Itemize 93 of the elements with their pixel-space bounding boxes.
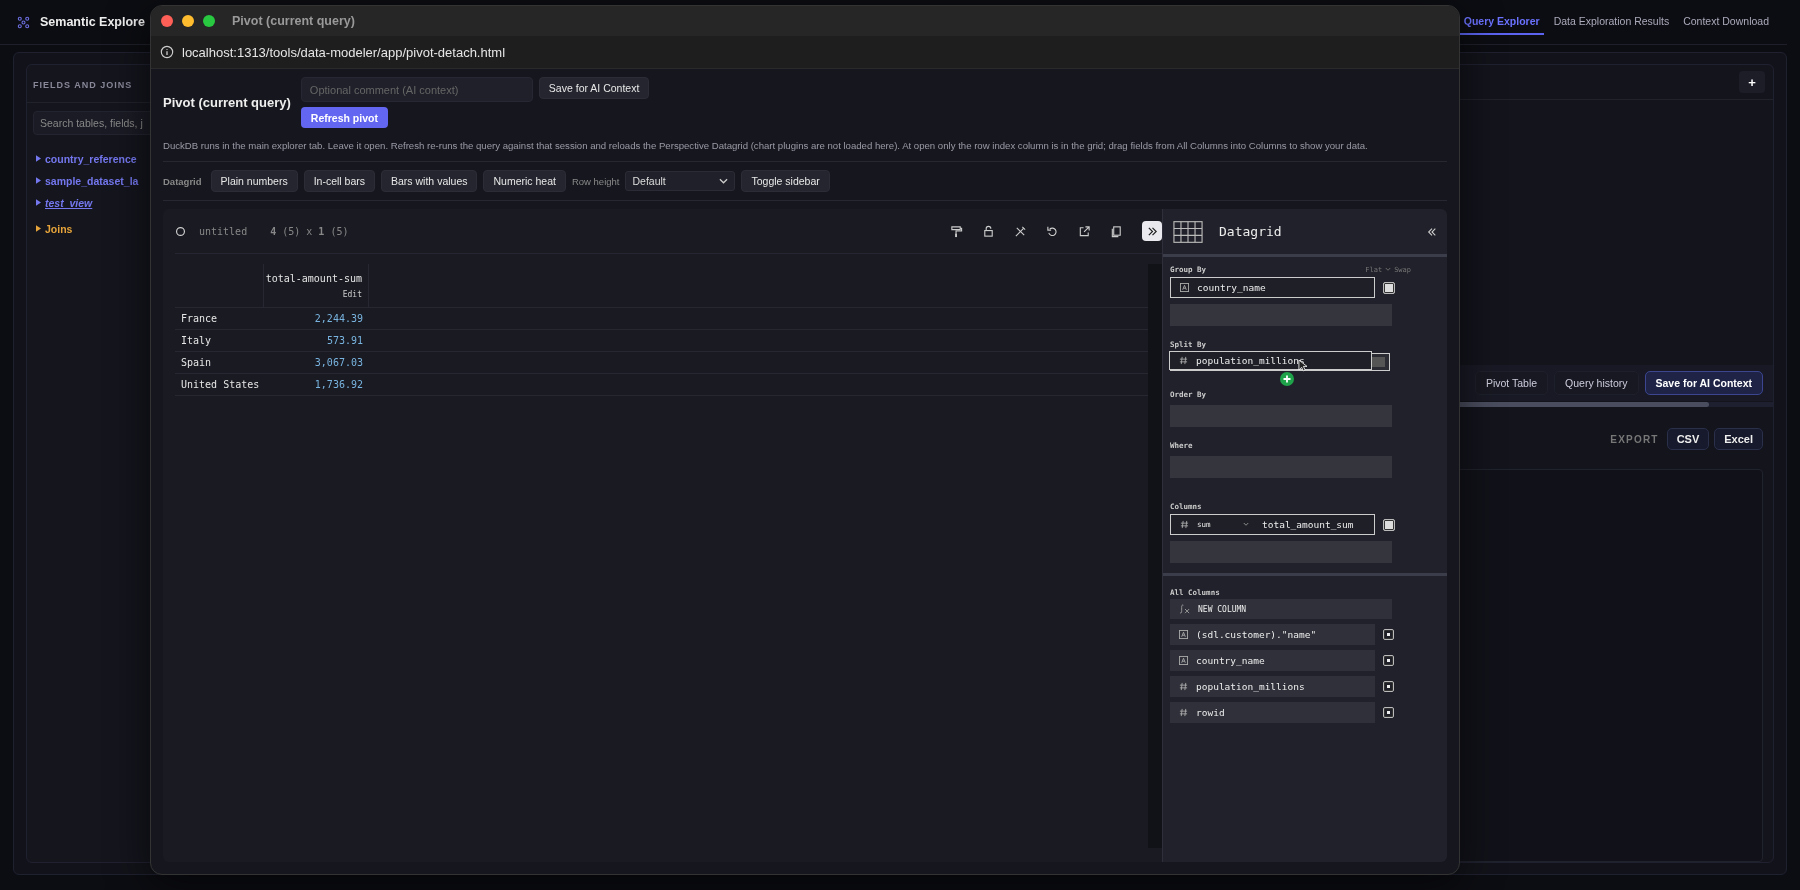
- column-item[interactable]: (sdl.customer)."name": [1170, 624, 1375, 645]
- nav-tab[interactable]: Context Download: [1679, 9, 1773, 35]
- save-button[interactable]: Save for AI Context: [538, 77, 650, 99]
- column-item[interactable]: population_millions: [1170, 676, 1375, 697]
- toolbar-label: Datagrid: [163, 175, 202, 187]
- mode-button[interactable]: Plain numbers: [210, 170, 298, 192]
- text-type-icon: [1179, 656, 1188, 665]
- status-icon: [175, 225, 186, 237]
- text-type-icon: [1179, 630, 1188, 639]
- lock-icon[interactable]: [982, 224, 995, 238]
- minimize-button[interactable]: [182, 15, 194, 27]
- table-cell-text: 3,067.03: [313, 357, 364, 368]
- info-icon[interactable]: [160, 45, 174, 59]
- toggle-sidebar-button[interactable]: Toggle sidebar: [741, 170, 830, 192]
- triangle-icon: [36, 225, 41, 232]
- field-name: (sdl.customer)."name": [1196, 629, 1317, 640]
- add-column-button[interactable]: [1383, 707, 1394, 718]
- edit-link[interactable]: Edit: [342, 289, 362, 299]
- hash-icon: [1180, 520, 1189, 529]
- hash-icon: [1179, 682, 1188, 691]
- row-header: Spain: [180, 357, 213, 368]
- nav-tab[interactable]: Data Exploration Results: [1549, 9, 1674, 35]
- add-icon: [1280, 372, 1294, 386]
- dragged-field[interactable]: population_millions: [1169, 351, 1372, 370]
- add-column-button[interactable]: [1383, 655, 1394, 666]
- row-height-label: Row height: [571, 175, 620, 187]
- field-name: country_name: [1197, 282, 1266, 293]
- field-name: country_name: [1196, 655, 1265, 666]
- row-count: 4 (5) x 1 (5): [270, 225, 349, 237]
- toolbar-button[interactable]: Save for AI Context: [1644, 371, 1763, 395]
- logo-icon: [17, 15, 30, 29]
- column-item[interactable]: country_name: [1170, 650, 1375, 671]
- viewer-name: untitled: [199, 225, 248, 237]
- hash-icon: [1179, 708, 1188, 717]
- add-column-button[interactable]: [1383, 629, 1394, 640]
- refresh-button[interactable]: Refresh pivot: [300, 107, 388, 128]
- export-button[interactable]: Excel: [1714, 428, 1763, 450]
- field-toggle[interactable]: [1383, 281, 1395, 294]
- hash-icon: [1179, 356, 1188, 365]
- field-name: population_millions: [1196, 355, 1305, 366]
- table-cell-text: 573.91: [325, 335, 364, 346]
- triangle-icon: [36, 155, 41, 162]
- toolbar-button[interactable]: Pivot Table: [1474, 371, 1549, 395]
- row-header: United States: [180, 379, 261, 390]
- app-title: Semantic Explore: [40, 15, 145, 29]
- field-name: rowid: [1196, 707, 1225, 718]
- field-pill[interactable]: country_name: [1170, 277, 1375, 298]
- mode-button[interactable]: In-cell bars: [303, 170, 376, 192]
- collapse-icon[interactable]: [1427, 226, 1437, 237]
- column-item[interactable]: rowid: [1170, 702, 1375, 723]
- wand-icon[interactable]: [1014, 224, 1027, 238]
- caret-icon: [719, 178, 729, 184]
- expand-button[interactable]: [1142, 221, 1162, 241]
- close-button[interactable]: [161, 15, 173, 27]
- export-button[interactable]: CSV: [1666, 428, 1710, 450]
- undo-icon[interactable]: [1046, 224, 1059, 238]
- maximize-button[interactable]: [203, 15, 215, 27]
- mode-button[interactable]: Bars with values: [381, 170, 478, 192]
- table-cell-text: 1,736.92: [313, 379, 364, 390]
- panel-title: Datagrid: [1219, 224, 1282, 239]
- function-icon: [1179, 604, 1191, 614]
- description-text: DuckDB runs in the main explorer tab. Leave it open. Refresh re-runs the query against that session and reloads the Perspective Datagrid (chart plugins are not loaded here). At open only the row index column is in the grid; drag fields from All Columns into Columns to show your data.: [163, 140, 1447, 162]
- mode-button[interactable]: Numeric heat: [483, 170, 566, 192]
- copy-icon[interactable]: [1110, 224, 1123, 238]
- export-label: EXPORT: [1610, 433, 1659, 445]
- grid-icon: [1173, 219, 1203, 244]
- field-name: population_millions: [1196, 681, 1305, 692]
- window-title: Pivot (current query): [232, 14, 355, 28]
- row-height-select[interactable]: Default: [625, 171, 736, 191]
- add-column-button[interactable]: [1383, 681, 1394, 692]
- brush-icon[interactable]: [950, 224, 963, 238]
- toolbar-button[interactable]: Query history: [1554, 371, 1639, 395]
- triangle-icon: [36, 177, 41, 184]
- url-text: localhost:1313/tools/data-modeler/app/pivot-detach.html: [182, 44, 506, 60]
- field-name: total_amount_sum: [1262, 519, 1354, 530]
- triangle-icon: [36, 199, 41, 206]
- tree-item[interactable]: test_view: [36, 193, 93, 212]
- tree-item[interactable]: country_reference: [36, 149, 137, 168]
- row-header: Italy: [180, 335, 213, 346]
- row-header: France: [180, 313, 219, 324]
- text-type-icon: [1180, 283, 1189, 292]
- column-header: total-amount-sum: [265, 272, 362, 284]
- table-cell-text: 2,244.39: [313, 313, 364, 324]
- double-chevron-icon: [1146, 225, 1158, 237]
- caret-icon[interactable]: [1243, 522, 1249, 527]
- add-button[interactable]: +: [1739, 71, 1765, 93]
- new-column-button[interactable]: NEW COLUMN: [1170, 599, 1392, 619]
- external-link-icon[interactable]: [1078, 224, 1091, 238]
- field-toggle[interactable]: [1383, 518, 1395, 531]
- comment-field[interactable]: Optional comment (AI context): [300, 77, 533, 102]
- tree-item[interactable]: sample_dataset_la: [36, 171, 139, 190]
- scrollbar-track[interactable]: [1148, 264, 1162, 848]
- tree-item[interactable]: Joins: [36, 219, 73, 238]
